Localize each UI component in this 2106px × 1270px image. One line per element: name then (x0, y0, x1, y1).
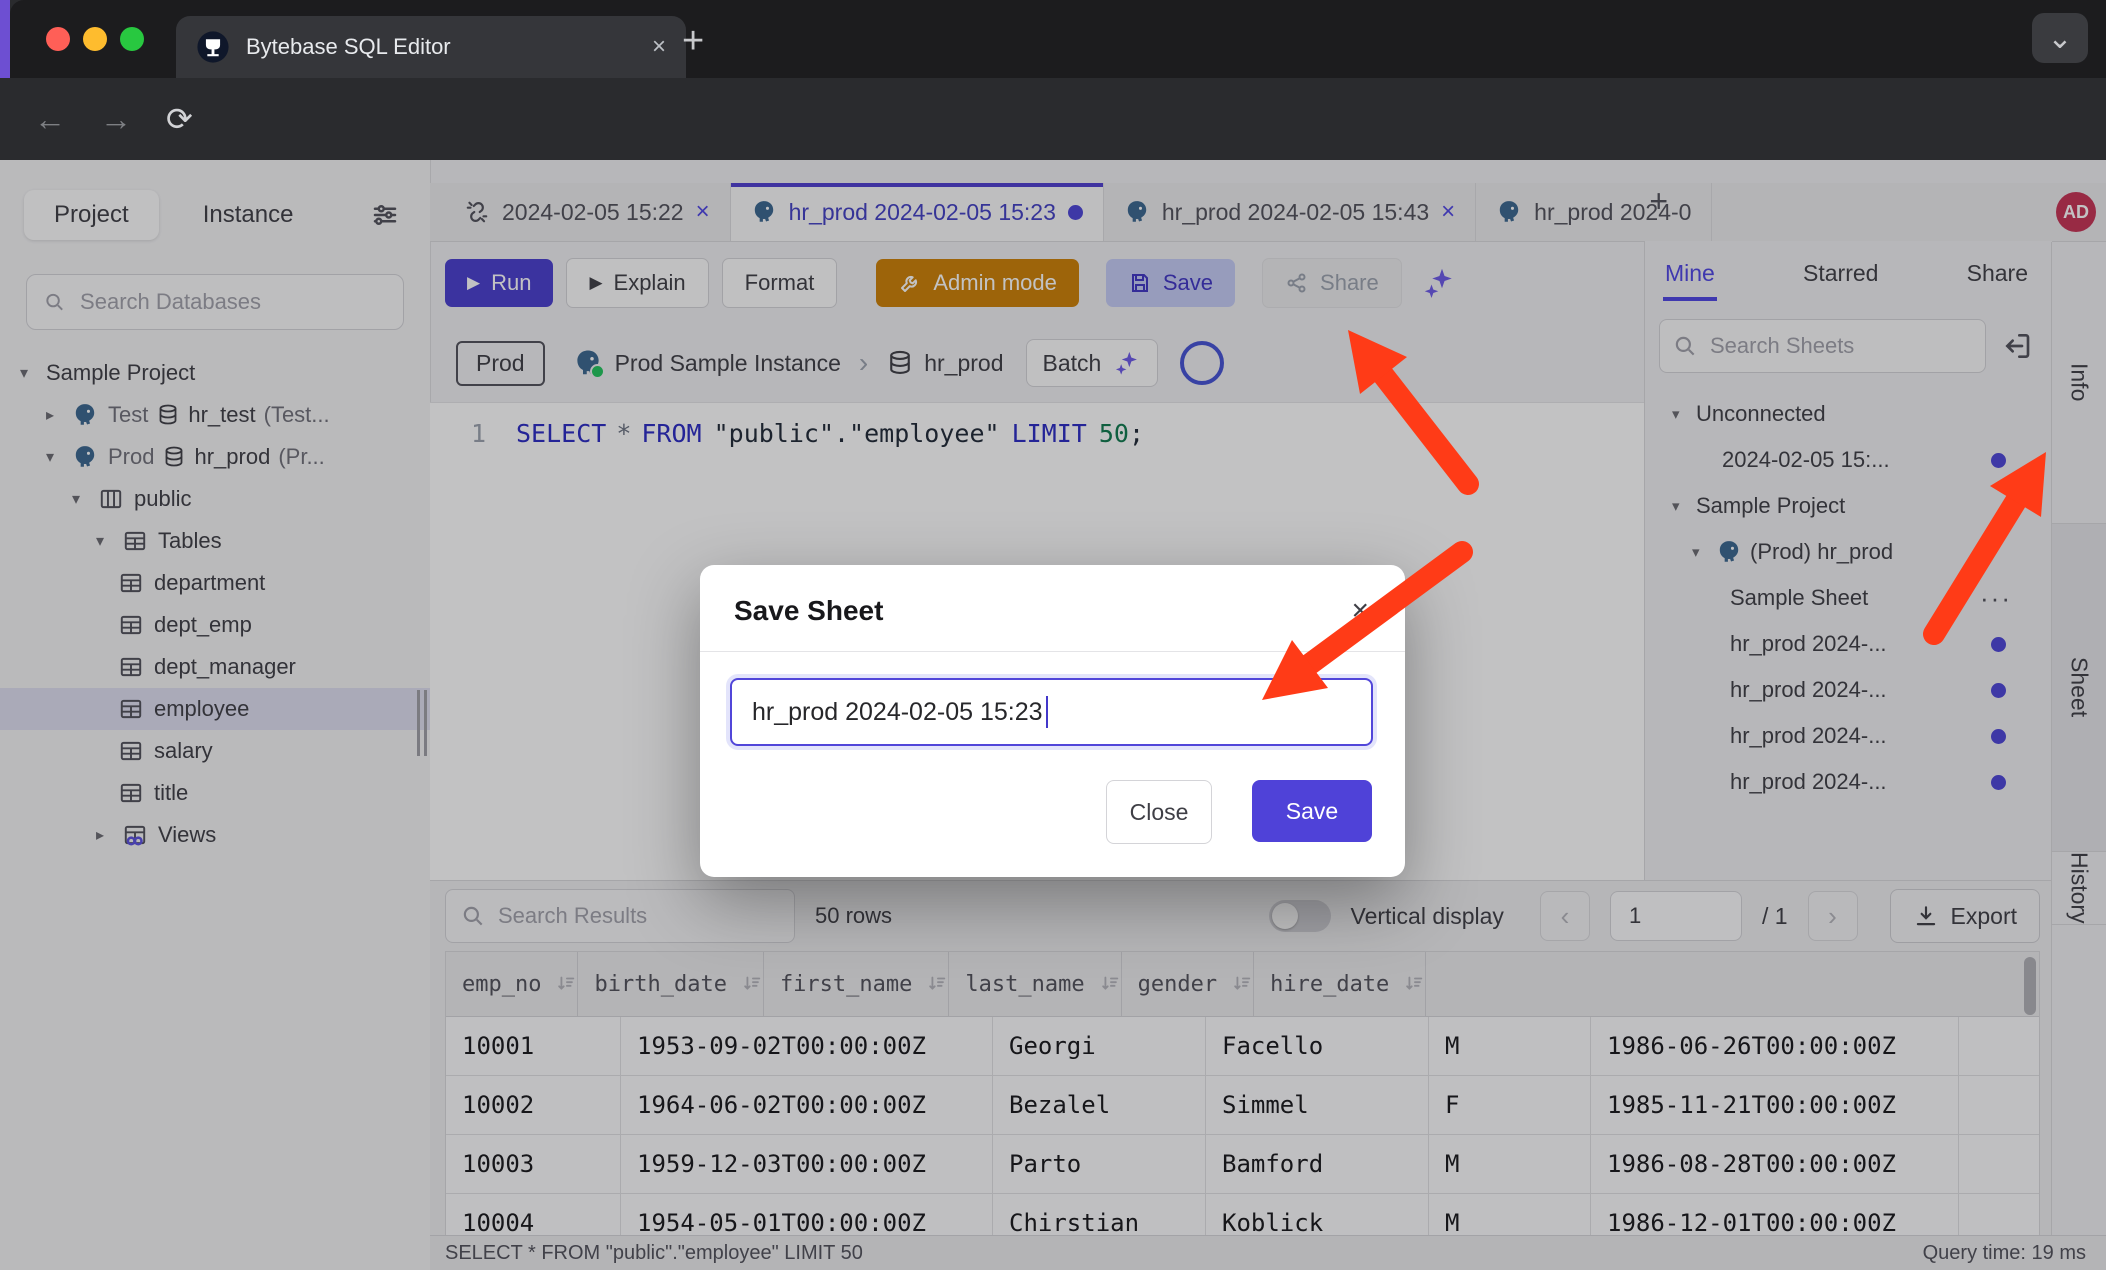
browser-navbar: ← → ⟳ ⓘ localhost:8080/sql-editor/prod-s… (0, 78, 2106, 160)
window-controls (46, 27, 144, 51)
save-sheet-dialog: Save Sheet × hr_prod 2024-02-05 15:23 Cl… (700, 565, 1405, 877)
text-cursor (1046, 696, 1048, 728)
desktop-edge (0, 0, 10, 80)
forward-icon[interactable]: → (100, 101, 132, 138)
new-tab-button[interactable]: + (682, 22, 704, 60)
window-zoom-button[interactable] (120, 27, 144, 51)
browser-tab-title: Bytebase SQL Editor (246, 34, 636, 60)
sheet-name-input[interactable]: hr_prod 2024-02-05 15:23 (730, 678, 1373, 746)
chevron-down-icon: ⌄ (2047, 21, 2072, 56)
dialog-close-icon[interactable]: × (1351, 596, 1369, 626)
back-icon[interactable]: ← (34, 101, 66, 138)
window-close-button[interactable] (46, 27, 70, 51)
sheet-name-value: hr_prod 2024-02-05 15:23 (752, 698, 1043, 727)
browser-tabstrip: Bytebase SQL Editor × + ⌄ (10, 0, 2106, 78)
dialog-save-button[interactable]: Save (1252, 780, 1372, 842)
close-button[interactable]: Close (1106, 780, 1212, 844)
bytebase-app: Project Instance ▾ (0, 160, 2106, 1270)
screen: Bytebase SQL Editor × + ⌄ ← → ⟳ ⓘ localh… (0, 0, 2106, 1270)
browser-chrome: Bytebase SQL Editor × + ⌄ ← → ⟳ ⓘ localh… (0, 0, 2106, 160)
reload-icon[interactable]: ⟳ (166, 100, 193, 138)
browser-tab-close-icon[interactable]: × (652, 33, 666, 61)
tab-search-chevron-button[interactable]: ⌄ (2032, 13, 2088, 63)
bytebase-favicon (196, 30, 230, 64)
window-minimize-button[interactable] (83, 27, 107, 51)
dialog-title: Save Sheet (734, 595, 883, 627)
browser-tab[interactable]: Bytebase SQL Editor × (176, 16, 686, 78)
dialog-divider (700, 651, 1405, 652)
